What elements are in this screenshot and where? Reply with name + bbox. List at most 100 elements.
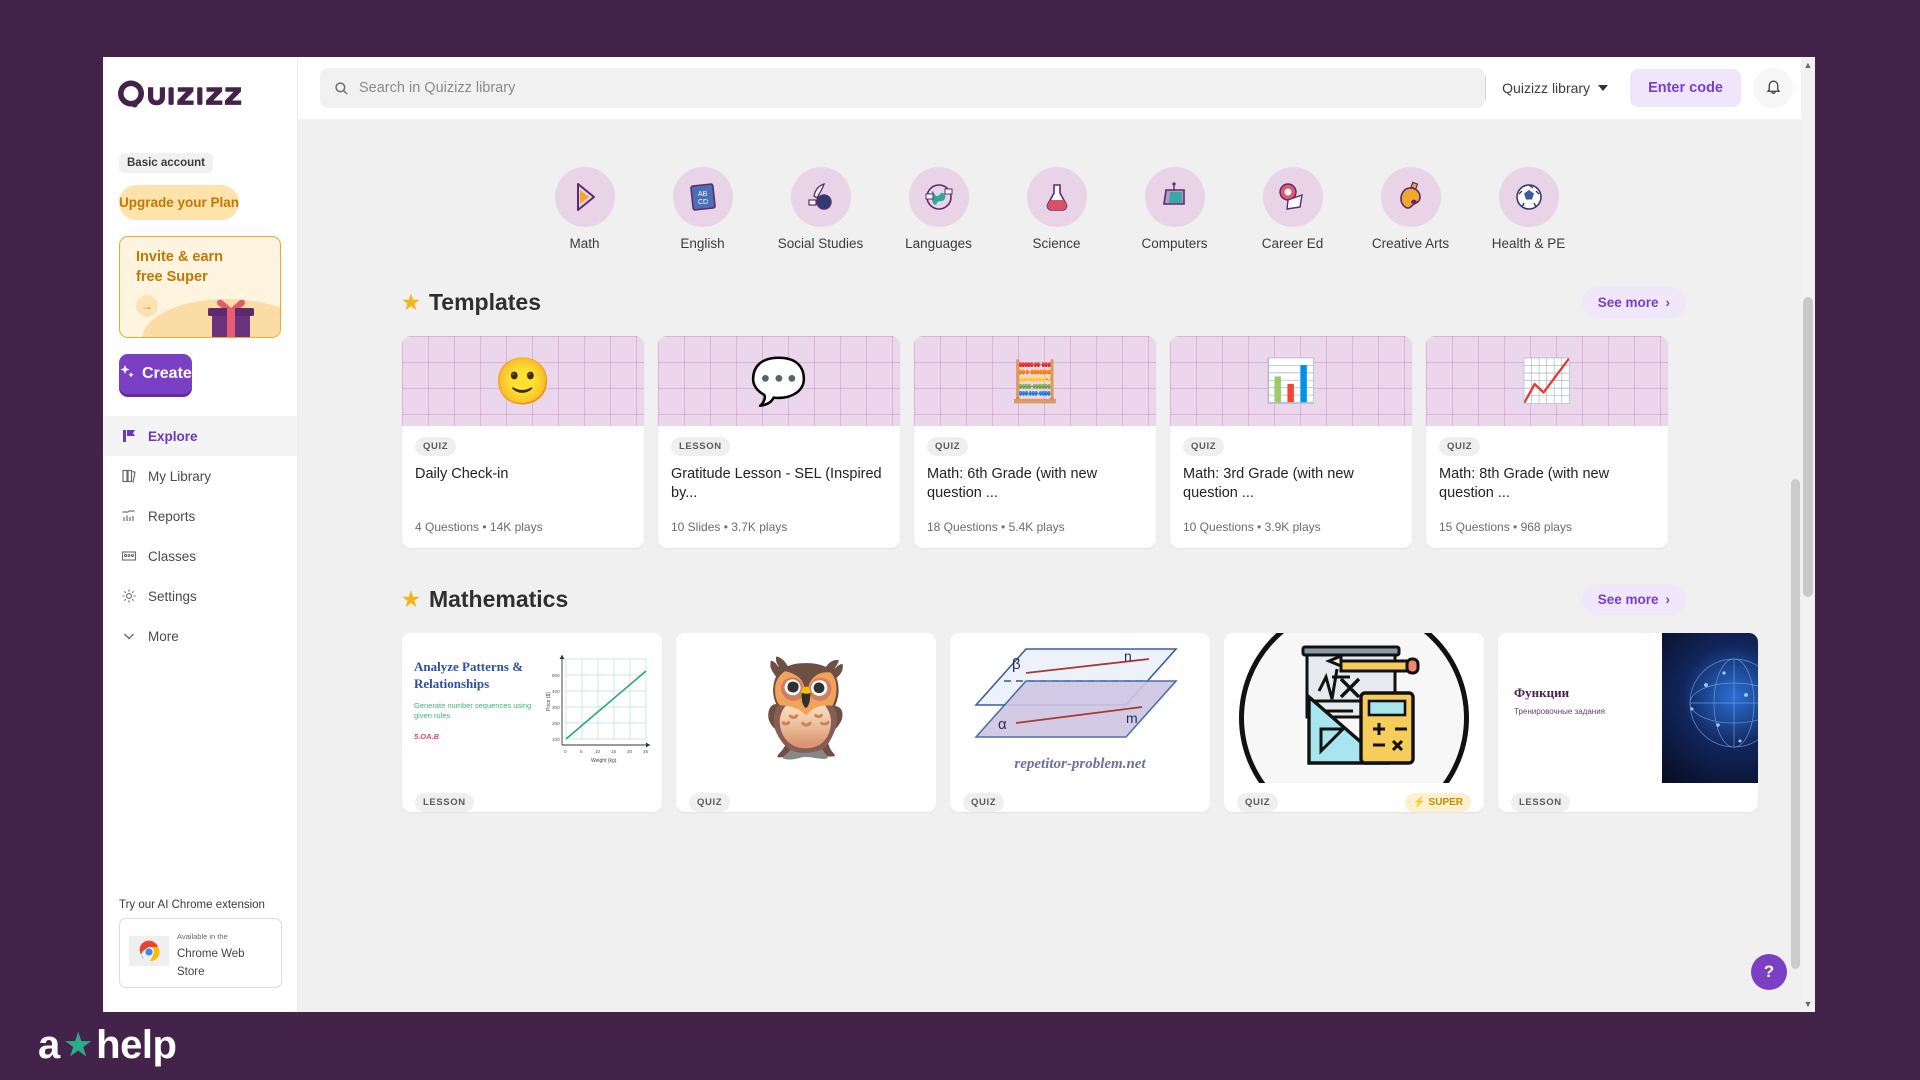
sidebar-item-more[interactable]: More <box>103 616 297 656</box>
subject-career-ed[interactable]: Career Ed <box>1246 167 1340 251</box>
subject-label: Math <box>569 236 600 251</box>
scroll-up-arrow-icon[interactable]: ▲ <box>1802 59 1814 71</box>
quizizz-logo[interactable] <box>103 57 297 109</box>
card-title: Math: 6th Grade (with new question ... <box>927 466 1098 502</box>
notifications-button[interactable] <box>1753 68 1793 108</box>
subject-computers[interactable]: Computers <box>1128 167 1222 251</box>
svg-text:5: 5 <box>580 749 583 754</box>
template-card[interactable]: 📈 QUIZ Math: 8th Grade (with new questio… <box>1426 336 1668 548</box>
line-m-label: m <box>1126 710 1138 726</box>
svg-text:25: 25 <box>643 749 649 754</box>
sidebar-item-reports[interactable]: Reports <box>103 496 297 536</box>
sidebar-item-settings[interactable]: Settings <box>103 576 297 616</box>
card-thumbnail: Функции Тренировочные задания <box>1498 633 1758 783</box>
card-thumbnail: 🦉 <box>676 633 936 783</box>
search-bar[interactable] <box>320 68 1486 108</box>
watermark-text-a: a <box>38 1023 60 1067</box>
search-input[interactable] <box>359 80 1472 96</box>
card-thumbnail: 🧮 <box>914 336 1156 426</box>
section-title-text: Mathematics <box>428 586 569 612</box>
card-type-tag: QUIZ <box>415 437 457 456</box>
sidebar-nav: Explore My Library Reports Classes Setti… <box>103 416 297 656</box>
svg-text:0: 0 <box>564 749 567 754</box>
subject-math[interactable]: Math <box>538 167 632 251</box>
sidebar-item-label: Reports <box>148 508 196 524</box>
subject-creative-arts[interactable]: Creative Arts <box>1364 167 1458 251</box>
enter-code-button[interactable]: Enter code <box>1630 69 1741 107</box>
card-meta: 15 Questions • 968 plays <box>1439 520 1572 534</box>
subject-label: English <box>680 236 725 251</box>
upgrade-plan-button[interactable]: Upgrade your Plan <box>119 185 240 220</box>
card-body: QUIZ Math: 6th Grade (with new question … <box>914 426 1156 548</box>
thumb-subtitle: Тренировочные задания <box>1514 707 1606 716</box>
template-card[interactable]: 📊 QUIZ Math: 3rd Grade (with new questio… <box>1170 336 1412 548</box>
card-meta: 4 Questions • 14K plays <box>415 520 543 534</box>
template-card[interactable]: 🙂 QUIZ Daily Check-in 4 Questions • 14K … <box>402 336 644 548</box>
subject-english[interactable]: AB CD English <box>656 167 750 251</box>
extension-line-1: Available in the <box>177 932 228 941</box>
chevron-right-icon: › <box>1665 295 1671 310</box>
sidebar-item-label: My Library <box>148 468 212 484</box>
invite-arrow-icon[interactable]: → <box>136 295 158 318</box>
sidebar-item-explore[interactable]: Explore <box>103 416 297 456</box>
svg-text:10: 10 <box>595 749 601 754</box>
math-card[interactable]: 🦉 QUIZ <box>676 633 936 812</box>
subject-health-pe[interactable]: Health & PE <box>1482 167 1576 251</box>
section-header: ★ Mathematics See more › <box>402 584 1686 615</box>
chrome-extension-promo: Try our AI Chrome extension Available in… <box>103 899 298 988</box>
subject-science[interactable]: Science <box>1010 167 1104 251</box>
line-chart-graphic: 100 200 300 400 500 0 5 10 15 20 25 Weight (kg)… <box>546 655 650 764</box>
svg-text:20: 20 <box>627 749 633 754</box>
math-card[interactable]: QUIZ ⚡ SUPER <box>1224 633 1484 812</box>
flask-icon <box>1026 167 1087 227</box>
templates-card-row: 🙂 QUIZ Daily Check-in 4 Questions • 14K … <box>402 336 1815 548</box>
chrome-web-store-button[interactable]: Available in the Chrome Web Store <box>119 918 282 988</box>
see-more-mathematics-button[interactable]: See more › <box>1581 584 1686 615</box>
card-title: Math: 3rd Grade (with new question ... <box>1183 466 1354 502</box>
template-card[interactable]: 💬 LESSON Gratitude Lesson - SEL (Inspire… <box>658 336 900 548</box>
library-scope-select[interactable]: Quizizz library <box>1485 76 1614 100</box>
window-scrollbar-track[interactable]: ▲ ▼ <box>1801 57 1815 1012</box>
thumb-emoji-icon: 🧮 <box>1010 359 1060 404</box>
sidebar-item-my-library[interactable]: My Library <box>103 456 297 496</box>
see-more-templates-button[interactable]: See more › <box>1581 287 1686 318</box>
card-thumbnail: β n α m repetitor-problem.net <box>950 633 1210 783</box>
invite-card-title: Invite & earn free Super <box>136 249 224 285</box>
watermark-text-help: help <box>96 1023 177 1067</box>
main-content: Math AB CD English Social Studies Langua… <box>298 119 1815 1012</box>
sidebar-item-classes[interactable]: Classes <box>103 536 297 576</box>
soccer-ball-icon <box>1498 167 1559 227</box>
plane-alpha-label: α <box>998 716 1007 733</box>
math-card[interactable]: β n α m repetitor-problem.net QUIZ <box>950 633 1210 812</box>
palette-icon <box>1380 167 1441 227</box>
subject-social-studies[interactable]: Social Studies <box>774 167 868 251</box>
subject-label: Creative Arts <box>1371 236 1450 251</box>
chevron-down-icon <box>1598 85 1609 91</box>
chart-ylabel: Price ($) <box>546 692 552 711</box>
scroll-down-arrow-icon[interactable]: ▼ <box>1802 998 1814 1010</box>
window-scrollbar-thumb[interactable] <box>1803 297 1813 597</box>
subject-languages[interactable]: Languages <box>892 167 986 251</box>
create-button[interactable]: Create <box>119 354 192 394</box>
thumb-emoji-icon: 🙂 <box>494 354 552 407</box>
math-card[interactable]: Функции Тренировочные задания LESSON <box>1498 633 1758 812</box>
help-button[interactable]: ? <box>1751 954 1787 990</box>
card-body: LESSON <box>1498 783 1758 812</box>
library-icon <box>120 468 137 485</box>
svg-text:500: 500 <box>552 673 560 678</box>
mathematics-card-row: Analyze Patterns & Relationships Generat… <box>402 633 1815 812</box>
thumb-emoji-icon: 📈 <box>1520 356 1574 404</box>
card-body: QUIZ <box>676 783 936 812</box>
svg-text:300: 300 <box>552 705 560 710</box>
content-scrollbar-thumb[interactable] <box>1791 479 1800 969</box>
thumb-title: Функции <box>1514 685 1570 700</box>
top-header: Quizizz library Enter code <box>298 57 1815 119</box>
thumb-source-site: repetitor-problem.net <box>1014 756 1146 772</box>
template-card[interactable]: 🧮 QUIZ Math: 6th Grade (with new questio… <box>914 336 1156 548</box>
bell-icon <box>1765 78 1782 98</box>
math-card[interactable]: Analyze Patterns & Relationships Generat… <box>402 633 662 812</box>
bolt-icon: ⚡ <box>1413 797 1426 808</box>
invite-earn-card[interactable]: Invite & earn free Super → <box>119 236 281 338</box>
card-type-tag: QUIZ <box>1439 437 1481 456</box>
subject-label: Career Ed <box>1261 236 1324 251</box>
